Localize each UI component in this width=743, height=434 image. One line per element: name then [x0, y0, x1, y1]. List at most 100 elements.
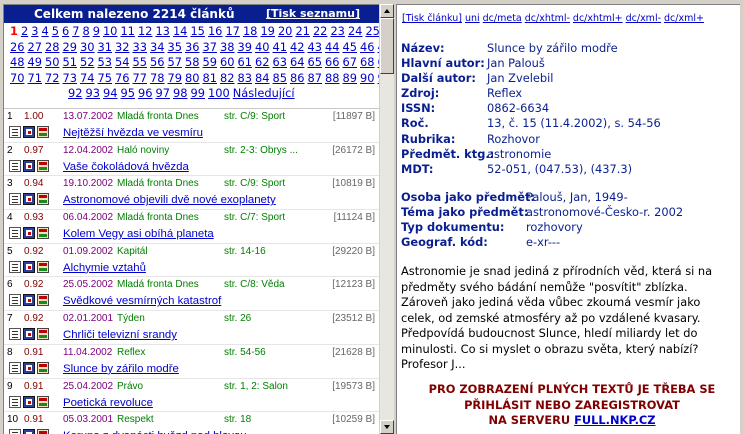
page-link-9[interactable]: 9	[93, 24, 100, 38]
page-link-19[interactable]: 19	[260, 24, 275, 38]
scroll-up-button[interactable]	[380, 4, 394, 18]
document-icon[interactable]	[9, 260, 21, 273]
library-icon[interactable]	[37, 159, 49, 172]
page-link-70[interactable]: 70	[10, 71, 25, 85]
page-link-98[interactable]: 98	[173, 86, 188, 100]
page-link-42[interactable]: 42	[290, 40, 305, 54]
page-link-87[interactable]: 87	[308, 71, 323, 85]
page-link-92[interactable]: 92	[68, 86, 83, 100]
nkp-icon[interactable]	[23, 328, 35, 341]
page-link-11[interactable]: 11	[120, 24, 135, 38]
page-link-2[interactable]: 2	[21, 24, 28, 38]
page-link-31[interactable]: 31	[98, 40, 113, 54]
print-list-link[interactable]: [Tisk seznamu]	[266, 5, 360, 23]
document-icon[interactable]	[9, 126, 21, 138]
page-link-61[interactable]: 61	[238, 55, 253, 69]
format-link[interactable]: dc/xhtml-	[525, 13, 570, 24]
result-title-link[interactable]: Kolem Vegy asi obíhá planeta	[63, 228, 214, 240]
library-icon[interactable]	[37, 227, 49, 240]
page-link-81[interactable]: 81	[203, 71, 218, 85]
page-link-56[interactable]: 56	[150, 55, 165, 69]
result-title-link[interactable]: Svědkové vesmírných katastrof	[63, 295, 221, 307]
page-link-4[interactable]: 4	[41, 24, 48, 38]
page-link-1[interactable]: 1	[10, 24, 18, 38]
page-link-90[interactable]: 90	[360, 71, 375, 85]
library-icon[interactable]	[37, 193, 49, 206]
page-link-21[interactable]: 21	[295, 24, 310, 38]
page-link-45[interactable]: 45	[343, 40, 358, 54]
document-icon[interactable]	[9, 361, 21, 374]
page-link-29[interactable]: 29	[63, 40, 78, 54]
page-link-39[interactable]: 39	[238, 40, 253, 54]
print-article-link[interactable]: [Tisk článku]	[402, 13, 462, 24]
page-link-23[interactable]: 23	[330, 24, 345, 38]
format-link[interactable]: dc/xml-	[626, 13, 661, 24]
scroll-down-button[interactable]	[380, 420, 394, 434]
page-link-91[interactable]: 91	[378, 71, 380, 85]
page-link-63[interactable]: 63	[273, 55, 288, 69]
page-link-53[interactable]: 53	[98, 55, 113, 69]
page-link-36[interactable]: 36	[185, 40, 200, 54]
nkp-icon[interactable]	[23, 193, 35, 206]
page-link-88[interactable]: 88	[325, 71, 340, 85]
library-icon[interactable]	[37, 294, 49, 307]
page-link-79[interactable]: 79	[168, 71, 183, 85]
page-link-15[interactable]: 15	[190, 24, 205, 38]
page-link-26[interactable]: 26	[10, 40, 25, 54]
page-link-8[interactable]: 8	[82, 24, 89, 38]
page-link-37[interactable]: 37	[203, 40, 218, 54]
page-link-76[interactable]: 76	[115, 71, 130, 85]
page-link-99[interactable]: 99	[191, 86, 206, 100]
page-link-44[interactable]: 44	[325, 40, 340, 54]
nkp-icon[interactable]	[23, 260, 35, 273]
library-icon[interactable]	[37, 260, 49, 273]
format-link[interactable]: dc/meta	[483, 13, 522, 24]
page-link-41[interactable]: 41	[273, 40, 288, 54]
page-link-67[interactable]: 67	[343, 55, 358, 69]
page-link-86[interactable]: 86	[290, 71, 305, 85]
page-link-55[interactable]: 55	[133, 55, 148, 69]
page-link-48[interactable]: 48	[10, 55, 25, 69]
page-link-93[interactable]: 93	[86, 86, 101, 100]
next-page-link[interactable]: Následující	[233, 86, 295, 100]
page-link-51[interactable]: 51	[63, 55, 78, 69]
page-link-13[interactable]: 13	[155, 24, 170, 38]
library-icon[interactable]	[37, 328, 49, 341]
page-link-85[interactable]: 85	[273, 71, 288, 85]
page-link-94[interactable]: 94	[103, 86, 118, 100]
page-link-28[interactable]: 28	[45, 40, 60, 54]
page-link-77[interactable]: 77	[133, 71, 148, 85]
page-link-60[interactable]: 60	[220, 55, 235, 69]
document-icon[interactable]	[9, 159, 21, 172]
page-link-14[interactable]: 14	[173, 24, 188, 38]
page-link-20[interactable]: 20	[278, 24, 293, 38]
library-icon[interactable]	[37, 429, 49, 434]
page-link-80[interactable]: 80	[185, 71, 200, 85]
page-link-58[interactable]: 58	[185, 55, 200, 69]
page-link-54[interactable]: 54	[115, 55, 130, 69]
library-icon[interactable]	[37, 361, 49, 374]
result-title-link[interactable]: Koruna z dvanácti hvězd nad hlavou	[63, 430, 247, 434]
page-link-84[interactable]: 84	[255, 71, 270, 85]
page-link-100[interactable]: 100	[208, 86, 230, 100]
page-link-68[interactable]: 68	[360, 55, 375, 69]
document-icon[interactable]	[9, 395, 21, 408]
page-link-22[interactable]: 22	[313, 24, 328, 38]
page-link-50[interactable]: 50	[45, 55, 60, 69]
page-link-64[interactable]: 64	[290, 55, 305, 69]
document-icon[interactable]	[9, 294, 21, 307]
nkp-icon[interactable]	[23, 227, 35, 240]
page-link-7[interactable]: 7	[72, 24, 79, 38]
page-link-6[interactable]: 6	[62, 24, 69, 38]
document-icon[interactable]	[9, 328, 21, 341]
document-icon[interactable]	[9, 193, 21, 206]
page-link-46[interactable]: 46	[360, 40, 375, 54]
nkp-icon[interactable]	[23, 429, 35, 434]
page-link-25[interactable]: 25	[365, 24, 379, 38]
page-link-72[interactable]: 72	[45, 71, 60, 85]
page-link-38[interactable]: 38	[220, 40, 235, 54]
full-nkp-link[interactable]: FULL.NKP.CZ	[574, 413, 655, 427]
page-link-17[interactable]: 17	[225, 24, 240, 38]
page-link-75[interactable]: 75	[98, 71, 113, 85]
page-link-97[interactable]: 97	[156, 86, 171, 100]
